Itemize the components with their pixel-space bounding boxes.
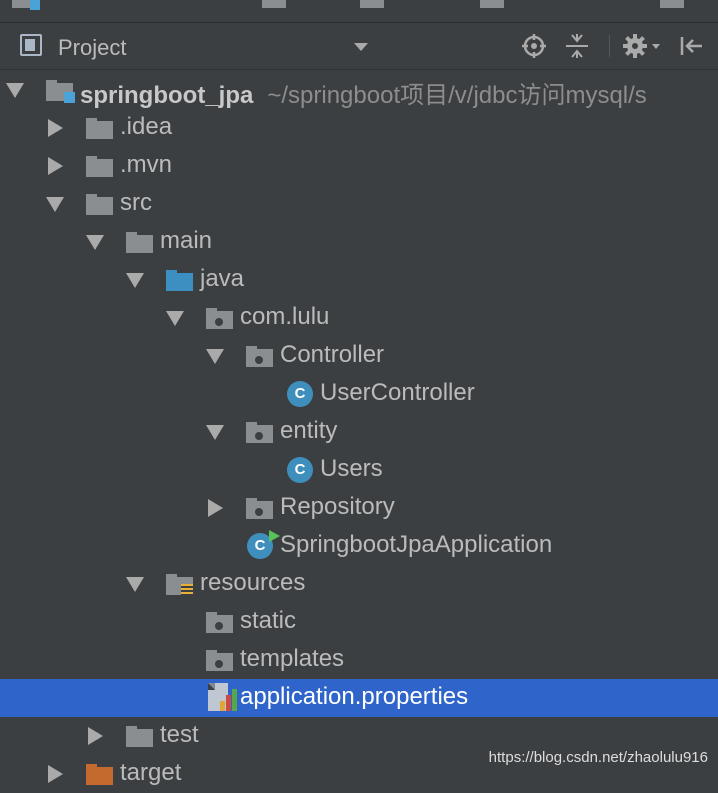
tree-node-springbootjpaapplication[interactable]: C SpringbootJpaApplication: [0, 527, 718, 565]
expand-arrow-icon[interactable]: [166, 311, 184, 326]
tree-node-label: Controller: [280, 341, 385, 368]
tree-node-label: UserController: [320, 379, 475, 406]
tree-node-idea[interactable]: .idea: [0, 109, 718, 147]
hide-panel-icon[interactable]: [679, 33, 705, 59]
expand-arrow-icon[interactable]: [126, 577, 144, 592]
tree-node-label: application.properties: [240, 683, 469, 710]
expand-arrow-icon[interactable]: [6, 83, 24, 98]
navigation-bar: [0, 0, 718, 23]
tree-node-label: templates: [240, 645, 345, 672]
tree-node-mvn[interactable]: .mvn: [0, 147, 718, 185]
tree-node-label: springboot_jpa ~/springboot项目/v/jdbc访问mys…: [80, 75, 647, 110]
tree-node-label: Users: [320, 455, 383, 482]
project-folder-icon: [46, 78, 75, 103]
project-folder-icon: [12, 0, 40, 10]
collapse-arrow-icon[interactable]: [48, 765, 63, 783]
nav-crumb-file[interactable]: [480, 0, 510, 16]
expand-arrow-icon[interactable]: [206, 425, 224, 440]
spring-boot-class-icon: C: [247, 530, 280, 559]
package-icon: [206, 648, 234, 672]
expand-arrow-icon[interactable]: [46, 197, 64, 212]
tree-node-label: java: [200, 265, 245, 292]
package-icon: [246, 420, 274, 444]
tree-node-label: SpringbootJpaApplication: [280, 531, 553, 558]
toolbar-divider: [609, 35, 610, 57]
tree-node-resources[interactable]: resources: [0, 565, 718, 603]
nav-crumb-main[interactable]: [360, 0, 390, 16]
expand-arrow-icon[interactable]: [126, 273, 144, 288]
tree-node-label: resources: [200, 569, 306, 596]
package-icon: [246, 344, 274, 368]
file-icon: [480, 0, 504, 8]
project-name: springboot_jpa: [80, 82, 254, 109]
tree-node-label: com.lulu: [240, 303, 330, 330]
collapse-arrow-icon[interactable]: [48, 119, 63, 137]
class-icon: C: [287, 457, 313, 483]
gear-icon[interactable]: [622, 33, 662, 59]
project-panel-header: Project: [0, 23, 718, 70]
tree-node-label: src: [120, 189, 152, 216]
excluded-folder-icon: [86, 762, 114, 786]
source-folder-icon: [166, 268, 194, 292]
properties-file-icon: [660, 0, 684, 8]
folder-icon: [86, 192, 114, 216]
folder-icon: [360, 0, 384, 8]
folder-icon: [86, 116, 114, 140]
folder-icon: [126, 724, 154, 748]
tree-node-repository[interactable]: Repository: [0, 489, 718, 527]
folder-icon: [126, 230, 154, 254]
collapse-all-icon[interactable]: [564, 33, 590, 59]
tree-node-src[interactable]: src: [0, 185, 718, 223]
tree-node-application-properties[interactable]: application.properties: [0, 679, 718, 717]
tree-node-label: .mvn: [120, 151, 173, 178]
tree-node-label: .idea: [120, 113, 173, 140]
project-path: ~/springboot项目/v/jdbc访问mysql/s: [267, 82, 647, 109]
tree-node-java[interactable]: java: [0, 261, 718, 299]
tree-node-label: Repository: [280, 493, 395, 520]
dropdown-icon[interactable]: [354, 43, 368, 51]
watermark: https://blog.csdn.net/zhaolulu916: [488, 749, 708, 766]
collapse-arrow-icon[interactable]: [48, 157, 63, 175]
expand-arrow-icon[interactable]: [206, 349, 224, 364]
tree-node-templates[interactable]: templates: [0, 641, 718, 679]
tree-node-label: entity: [280, 417, 338, 444]
tree-node-springboot-jpa[interactable]: springboot_jpa ~/springboot项目/v/jdbc访问mys…: [0, 71, 718, 109]
tree-node-main[interactable]: main: [0, 223, 718, 261]
tree-node-users[interactable]: C Users: [0, 451, 718, 489]
tree-node-usercontroller[interactable]: C UserController: [0, 375, 718, 413]
tree-node-entity[interactable]: entity: [0, 413, 718, 451]
tree-node-label: test: [160, 721, 199, 748]
tree-node-label: target: [120, 759, 182, 786]
package-icon: [206, 610, 234, 634]
tree-node-com-lulu[interactable]: com.lulu: [0, 299, 718, 337]
class-icon: C: [287, 381, 313, 407]
nav-crumb-properties[interactable]: [660, 0, 690, 16]
nav-crumb-project[interactable]: [12, 0, 42, 16]
panel-title[interactable]: Project: [58, 35, 126, 61]
resources-folder-icon: [166, 572, 194, 596]
folder-icon: [262, 0, 286, 8]
nav-crumb-src[interactable]: [262, 0, 292, 16]
folder-icon: [86, 154, 114, 178]
package-icon: [206, 306, 234, 330]
run-marker-icon: [269, 530, 280, 542]
tree-node-static[interactable]: static: [0, 603, 718, 641]
collapse-arrow-icon[interactable]: [88, 727, 103, 745]
properties-file-icon: [208, 683, 237, 711]
tree-node-label: static: [240, 607, 297, 634]
package-icon: [246, 496, 274, 520]
project-view-icon: [20, 34, 42, 56]
tree-node-controller[interactable]: Controller: [0, 337, 718, 375]
locate-icon[interactable]: [521, 33, 547, 59]
expand-arrow-icon[interactable]: [86, 235, 104, 250]
collapse-arrow-icon[interactable]: [208, 499, 223, 517]
tree-node-label: main: [160, 227, 213, 254]
